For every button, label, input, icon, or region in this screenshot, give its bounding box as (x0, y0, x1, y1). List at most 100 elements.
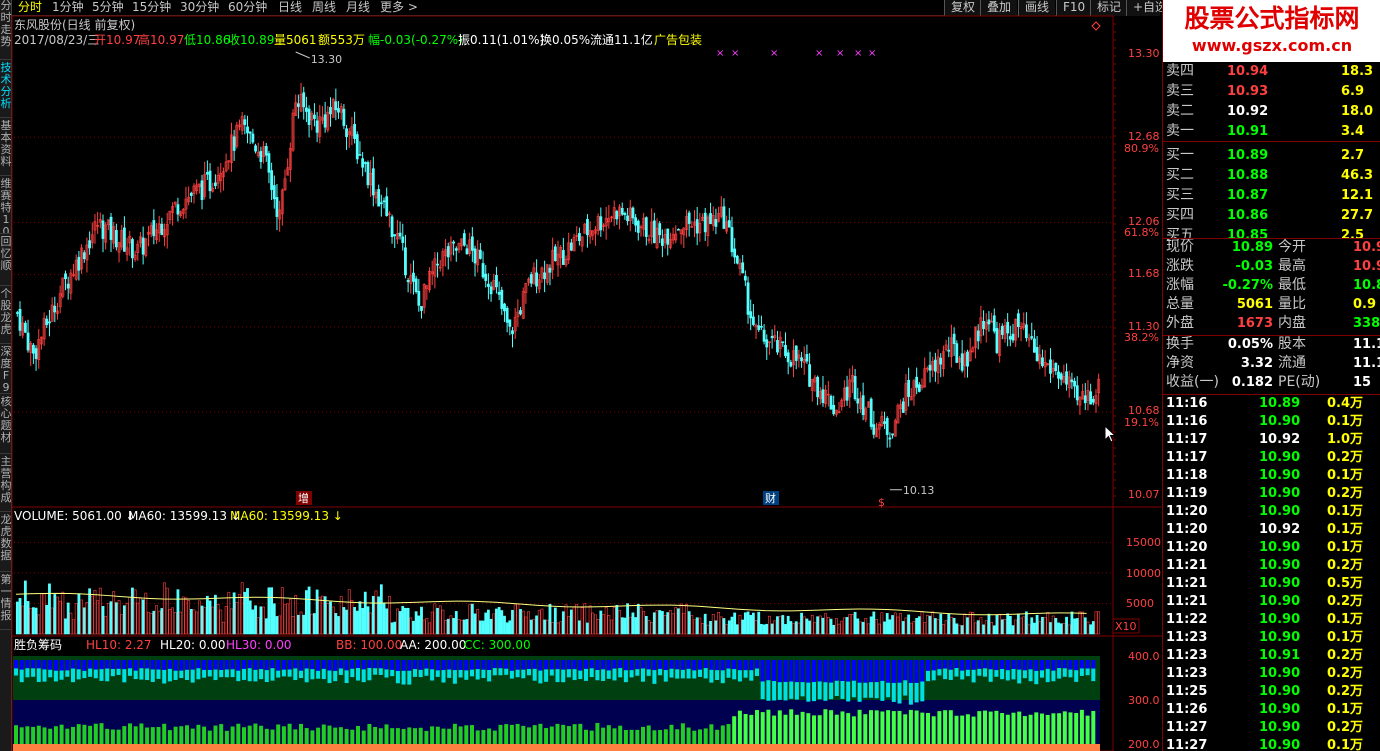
volume-bar (275, 616, 279, 635)
volume-bar (219, 609, 223, 635)
candle (591, 230, 595, 241)
candle (899, 399, 902, 418)
candle (476, 240, 480, 273)
chip-bar-cyan (857, 682, 862, 702)
event-marker-fin[interactable]: 财 (765, 491, 776, 505)
volume-bar (315, 589, 319, 635)
volume-bar (738, 614, 742, 635)
candle (200, 174, 204, 210)
volume-bar (602, 614, 605, 635)
candle (711, 206, 715, 231)
candle (48, 309, 51, 337)
candle (944, 339, 948, 352)
volume-bar (952, 617, 956, 635)
candle (912, 379, 916, 406)
candle (797, 349, 801, 368)
tick-row: 11:17 10.92 1.0万 (1163, 431, 1380, 449)
order-price: 10.92 (1227, 104, 1269, 119)
candle (885, 416, 889, 448)
volume-bar (933, 618, 937, 635)
candle (1014, 318, 1018, 347)
chip-bar-blue (36, 660, 41, 669)
chip-bar-cyan (897, 682, 902, 704)
chip-bar-blue (601, 660, 606, 670)
volume-bar (267, 587, 271, 635)
tick-time: 11:16 (1166, 396, 1208, 411)
candle (808, 353, 811, 388)
chip-bar-cyan (988, 669, 993, 682)
volume-bar (492, 613, 496, 635)
volume-bar (171, 607, 174, 635)
volume-bar (877, 623, 881, 635)
volume-bar (960, 625, 964, 635)
chip-bar-blue (219, 660, 224, 670)
tick-time: 11:23 (1166, 630, 1208, 645)
volume-bar (508, 620, 512, 635)
event-marker-s[interactable]: $ (878, 496, 885, 509)
candle (77, 251, 81, 281)
candle (1027, 333, 1031, 348)
candle (53, 296, 57, 323)
volume-bar (561, 611, 565, 635)
chip-name: 胜负筹码 (14, 638, 63, 652)
chip-bar-blue (766, 660, 771, 681)
order-book-row: 买一 10.89 2.7 (1163, 146, 1380, 165)
chip-bar-cyan (618, 668, 623, 678)
volume-bar (243, 591, 247, 635)
volume-bar (104, 616, 108, 635)
candle (446, 242, 450, 270)
volume-bar (551, 622, 555, 635)
chip-bar-cyan (498, 668, 503, 676)
candle (489, 281, 493, 302)
candle (264, 142, 268, 162)
volume-bar (626, 603, 629, 635)
chip-bar-cyan (965, 669, 970, 677)
volume-bar (254, 605, 257, 635)
chip-bar-cyan (464, 670, 469, 680)
candle (1094, 389, 1098, 413)
volume-bar (607, 615, 611, 635)
volume-bar (928, 615, 932, 635)
volume-bar (1027, 624, 1031, 635)
candle (401, 223, 405, 251)
pct-axis-label: 61.8% (1124, 226, 1159, 239)
candle (438, 259, 442, 272)
chip-bar-cyan (1051, 670, 1056, 682)
volume-bar (968, 611, 972, 635)
candle (40, 336, 43, 350)
chip-bar-blue (207, 660, 212, 670)
chip-axis-label: 300.0 (1128, 694, 1160, 707)
candle (404, 234, 407, 279)
pct-axis-label: 80.9% (1124, 142, 1159, 155)
stat-v1: 0.182 (1231, 375, 1273, 390)
chip-bar-blue (310, 660, 315, 670)
volume-bar (278, 615, 282, 635)
volume-bar (371, 595, 375, 635)
candle (604, 206, 608, 240)
volume-bar (195, 611, 199, 635)
volume-bar (1070, 611, 1074, 635)
candle (968, 337, 972, 362)
chip-bar-cyan (509, 670, 514, 679)
volume-bar (644, 616, 648, 635)
chip-aa: AA: 200.00 (400, 638, 467, 652)
volume-bar (845, 617, 849, 635)
volume-bar (452, 618, 456, 635)
event-marker-add[interactable]: 增 (298, 491, 309, 505)
candle (521, 287, 525, 320)
candle (1067, 370, 1071, 398)
volume-bar (808, 620, 811, 635)
volume-bar (144, 592, 148, 635)
volume-bar (387, 595, 391, 635)
candle (31, 343, 35, 364)
chip-bar-cyan (726, 668, 731, 678)
volume-bar (851, 614, 854, 635)
stats-row: 净资 3.32 流通 11.1 (1163, 354, 1380, 373)
volume-bar (942, 624, 945, 635)
candle (163, 223, 166, 247)
candle (478, 243, 482, 260)
candle (695, 206, 699, 246)
chip-bar-cyan (36, 668, 41, 683)
stat-v1: 5061 (1236, 297, 1273, 312)
candle (428, 267, 431, 293)
